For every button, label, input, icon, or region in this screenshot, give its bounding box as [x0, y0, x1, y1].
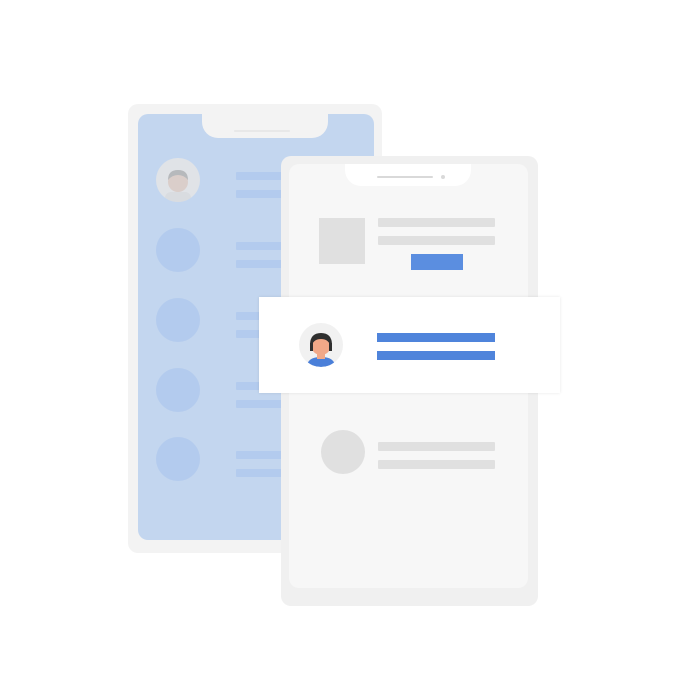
- highlighted-text-line: [377, 333, 495, 342]
- speaker-icon: [234, 130, 290, 132]
- placeholder-circle: [156, 228, 200, 272]
- placeholder-circle: [156, 368, 200, 412]
- text-line-placeholder: [378, 460, 495, 469]
- camera-icon: [441, 175, 445, 179]
- circle-placeholder: [321, 430, 365, 474]
- highlighted-text-line: [377, 351, 495, 360]
- placeholder-circle: [156, 437, 200, 481]
- front-phone-notch: [345, 164, 471, 186]
- text-line-placeholder: [378, 218, 495, 227]
- image-placeholder: [319, 218, 365, 264]
- back-avatar-icon: [156, 158, 200, 202]
- text-line-placeholder: [378, 442, 495, 451]
- person-icon: [165, 170, 191, 202]
- speaker-icon: [377, 176, 433, 178]
- action-button[interactable]: [411, 254, 463, 270]
- text-line-placeholder: [378, 236, 495, 245]
- person-icon: [307, 333, 335, 367]
- person-avatar-icon: [299, 323, 343, 367]
- back-phone-notch: [202, 114, 328, 138]
- highlighted-contact-card[interactable]: [259, 297, 560, 393]
- placeholder-circle: [156, 298, 200, 342]
